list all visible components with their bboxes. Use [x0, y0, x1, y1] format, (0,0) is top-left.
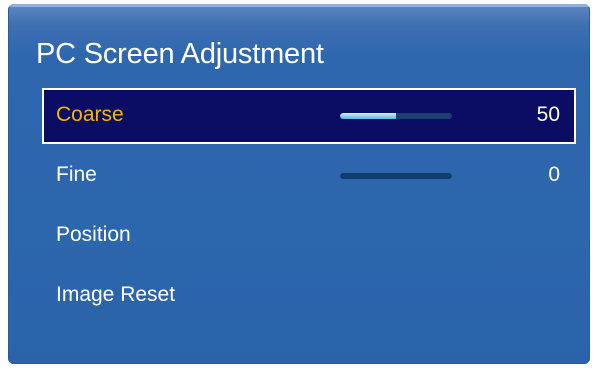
coarse-slider-fill — [340, 113, 396, 119]
menu-item-label: Image Reset — [56, 283, 176, 306]
menu-item-label: Position — [56, 223, 131, 246]
menu-item-label: Fine — [56, 163, 97, 186]
menu-item-position[interactable]: Position — [42, 208, 576, 264]
pc-screen-adjustment-panel: PC Screen Adjustment Coarse 50 Fine 0 Po… — [8, 4, 590, 364]
coarse-slider[interactable] — [340, 113, 452, 119]
menu-item-value: 0 — [548, 163, 560, 186]
menu-title: PC Screen Adjustment — [36, 38, 324, 70]
menu-item-label: Coarse — [56, 103, 124, 126]
menu-item-image-reset[interactable]: Image Reset — [42, 268, 576, 324]
menu-item-value: 50 — [536, 103, 560, 126]
menu-item-fine[interactable]: Fine 0 — [42, 148, 576, 204]
fine-slider[interactable] — [340, 173, 452, 179]
menu-item-coarse[interactable]: Coarse 50 — [42, 88, 576, 144]
menu-list: Coarse 50 Fine 0 Position Image Reset — [42, 88, 576, 344]
